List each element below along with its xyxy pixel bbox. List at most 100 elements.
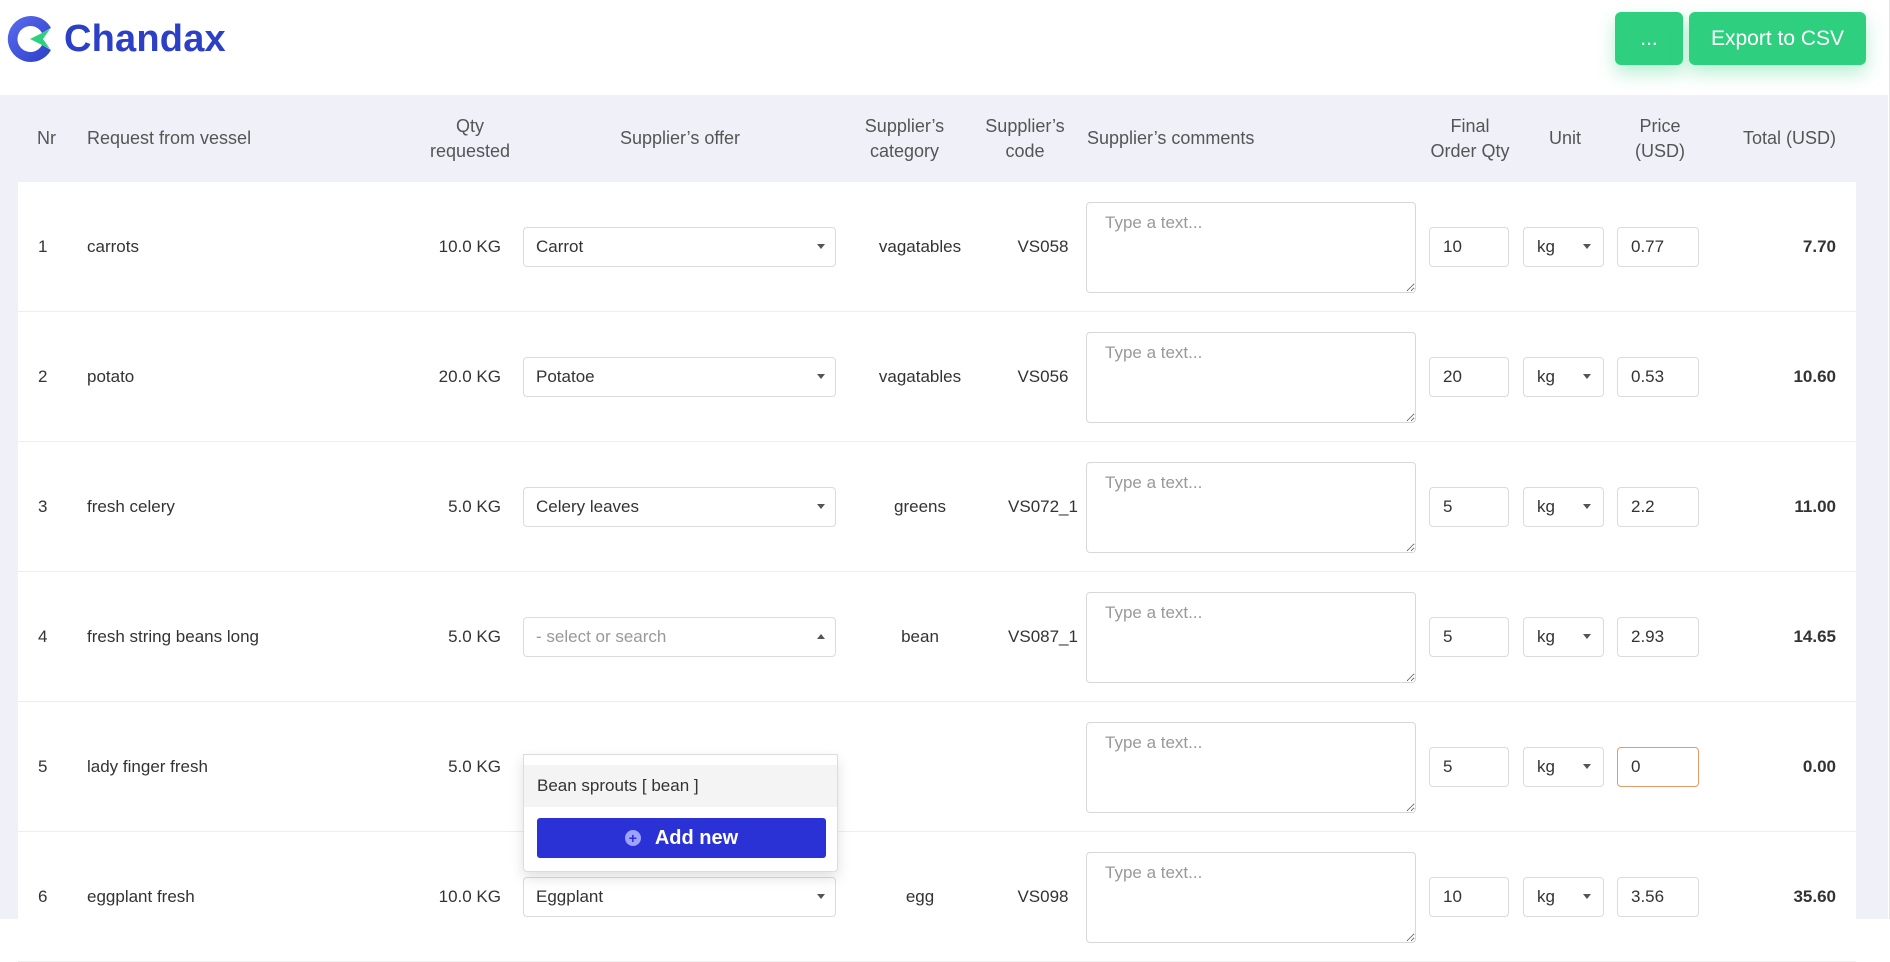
chandax-logo-icon bbox=[7, 15, 51, 62]
plus-circle-icon: + bbox=[624, 830, 641, 846]
caret-down-icon bbox=[1583, 244, 1591, 249]
row-qty: 20.0 KG bbox=[438, 367, 501, 386]
table-row: 4 fresh string beans long 5.0 KG - selec… bbox=[18, 572, 1856, 702]
caret-down-icon bbox=[1583, 504, 1591, 509]
supplier-offer-select[interactable]: Carrot bbox=[523, 227, 836, 267]
comment-textarea[interactable] bbox=[1086, 722, 1416, 813]
caret-down-icon bbox=[1583, 374, 1591, 379]
row-nr: 1 bbox=[38, 237, 48, 256]
final-qty-input[interactable]: 5 bbox=[1429, 617, 1509, 657]
supplier-offer-select[interactable]: Celery leaves bbox=[523, 487, 836, 527]
order-table: Nr Request from vessel Qty requested Sup… bbox=[0, 95, 1888, 962]
unit-select[interactable]: kg bbox=[1523, 357, 1604, 397]
final-qty-input[interactable]: 10 bbox=[1429, 877, 1509, 917]
col-nr: Nr bbox=[37, 128, 56, 148]
export-csv-button[interactable]: Export to CSV bbox=[1689, 12, 1866, 65]
unit-select[interactable]: kg bbox=[1523, 227, 1604, 267]
final-qty-input[interactable]: 5 bbox=[1429, 487, 1509, 527]
supplier-offer-select[interactable]: Potatoe bbox=[523, 357, 836, 397]
more-button[interactable]: ... bbox=[1615, 12, 1683, 65]
unit-value: kg bbox=[1537, 497, 1555, 516]
logo[interactable]: Chandax bbox=[6, 14, 226, 64]
table-row: 3 fresh celery 5.0 KG Celery leaves gree… bbox=[18, 442, 1856, 572]
price-input[interactable]: 3.56 bbox=[1617, 877, 1699, 917]
select-value: Eggplant bbox=[536, 887, 604, 906]
supplier-offer-select[interactable]: Eggplant bbox=[523, 877, 836, 917]
price-input[interactable]: 2.2 bbox=[1617, 487, 1699, 527]
row-total: 0.00 bbox=[1802, 757, 1836, 776]
row-request: carrots bbox=[87, 237, 139, 256]
row-nr: 5 bbox=[38, 757, 48, 776]
unit-select[interactable]: kg bbox=[1523, 487, 1604, 527]
row-qty: 5.0 KG bbox=[448, 757, 501, 776]
supplier-offer-search-select[interactable]: - select or search bbox=[523, 617, 836, 657]
col-qty-requested: Qty requested bbox=[429, 115, 511, 161]
row-nr: 3 bbox=[38, 497, 48, 516]
col-total: Total (USD) bbox=[1742, 128, 1836, 148]
row-category: egg bbox=[905, 887, 935, 906]
comment-textarea[interactable] bbox=[1086, 202, 1416, 293]
select-value: Celery leaves bbox=[536, 497, 639, 516]
dropdown-option[interactable]: Bean sprouts [ bean ] bbox=[524, 765, 837, 807]
comment-textarea[interactable] bbox=[1086, 852, 1416, 943]
row-request: lady finger fresh bbox=[87, 757, 208, 776]
col-supplier-offer: Supplier’s offer bbox=[619, 128, 741, 148]
price-input[interactable]: 2.93 bbox=[1617, 617, 1699, 657]
caret-down-icon bbox=[1583, 634, 1591, 639]
unit-select[interactable]: kg bbox=[1523, 617, 1604, 657]
col-supplier-code: Supplier’s code bbox=[985, 115, 1065, 161]
add-new-button[interactable]: + Add new bbox=[537, 818, 826, 858]
table-header: Nr Request from vessel Qty requested Sup… bbox=[0, 95, 1888, 182]
row-category: bean bbox=[901, 627, 939, 646]
col-final-qty: Final Order Qty bbox=[1430, 115, 1510, 161]
col-request: Request from vessel bbox=[87, 128, 252, 148]
caret-down-icon bbox=[817, 504, 825, 509]
row-nr: 4 bbox=[38, 627, 48, 646]
table-body: 1 carrots 10.0 KG Carrot vagatables VS05… bbox=[18, 182, 1856, 962]
select-placeholder: - select or search bbox=[536, 627, 667, 646]
price-input[interactable]: 0.53 bbox=[1617, 357, 1699, 397]
row-nr: 2 bbox=[38, 367, 48, 386]
caret-down-icon bbox=[817, 244, 825, 249]
row-nr: 6 bbox=[38, 887, 48, 906]
caret-down-icon bbox=[817, 894, 825, 899]
caret-down-icon bbox=[817, 374, 825, 379]
comment-textarea[interactable] bbox=[1086, 462, 1416, 553]
row-request: fresh celery bbox=[87, 497, 175, 516]
unit-value: kg bbox=[1537, 367, 1555, 386]
table-row: 6 eggplant fresh 10.0 KG Eggplant egg VS… bbox=[18, 832, 1856, 962]
final-qty-input[interactable]: 20 bbox=[1429, 357, 1509, 397]
offer-dropdown-menu: Bean sprouts [ bean ] + Add new bbox=[523, 754, 838, 872]
row-qty: 10.0 KG bbox=[438, 887, 501, 906]
comment-textarea[interactable] bbox=[1086, 592, 1416, 683]
unit-select[interactable]: kg bbox=[1523, 877, 1604, 917]
row-category: vagatables bbox=[878, 237, 962, 256]
col-price: Price (USD) bbox=[1635, 115, 1685, 161]
row-qty: 10.0 KG bbox=[438, 237, 501, 256]
final-qty-input[interactable]: 5 bbox=[1429, 747, 1509, 787]
unit-value: kg bbox=[1537, 237, 1555, 256]
row-total: 35.60 bbox=[1793, 887, 1836, 906]
unit-value: kg bbox=[1537, 627, 1555, 646]
unit-select[interactable]: kg bbox=[1523, 747, 1604, 787]
caret-up-icon bbox=[817, 634, 825, 639]
price-input[interactable]: 0.77 bbox=[1617, 227, 1699, 267]
col-supplier-comments: Supplier’s comments bbox=[1087, 128, 1255, 148]
select-value: Potatoe bbox=[536, 367, 595, 386]
final-qty-input[interactable]: 10 bbox=[1429, 227, 1509, 267]
row-request: fresh string beans long bbox=[87, 627, 259, 646]
row-category: greens bbox=[894, 497, 946, 516]
table-row: 5 lady finger fresh 5.0 KG 5 kg 0 0.00 bbox=[18, 702, 1856, 832]
price-input[interactable]: 0 bbox=[1617, 747, 1699, 787]
unit-value: kg bbox=[1537, 757, 1555, 776]
col-supplier-category: Supplier’s category bbox=[864, 115, 945, 161]
table-row: 1 carrots 10.0 KG Carrot vagatables VS05… bbox=[18, 182, 1856, 312]
comment-textarea[interactable] bbox=[1086, 332, 1416, 423]
table-row: 2 potato 20.0 KG Potatoe vagatables VS05… bbox=[18, 312, 1856, 442]
row-total: 14.65 bbox=[1793, 627, 1836, 646]
row-qty: 5.0 KG bbox=[448, 497, 501, 516]
caret-down-icon bbox=[1583, 764, 1591, 769]
row-total: 7.70 bbox=[1802, 237, 1836, 256]
row-category: vagatables bbox=[878, 367, 962, 386]
add-new-label: Add new bbox=[654, 826, 739, 849]
